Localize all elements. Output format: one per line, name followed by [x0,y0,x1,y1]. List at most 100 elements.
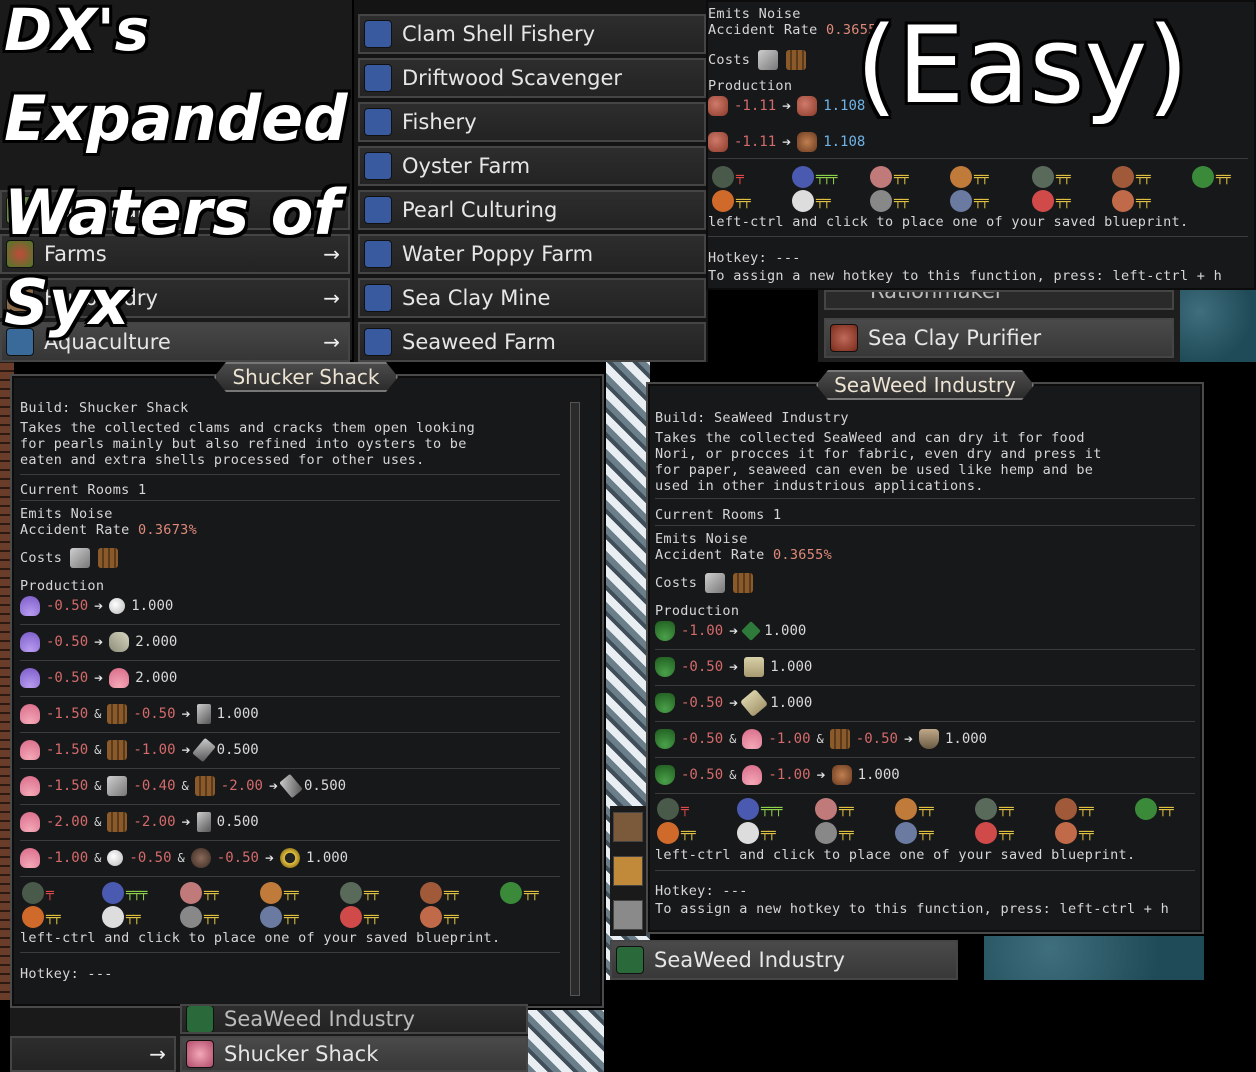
menu-item-pearl-culturing[interactable]: Pearl Culturing [358,190,706,230]
preference-pips: ╤╤ [1079,825,1094,841]
menu-item-water-poppy-farm[interactable]: Water Poppy Farm [358,234,706,274]
race-entry: ╤╤ [22,906,61,928]
race-entry: ╤╤╤ [737,798,783,820]
output-amount: 0.500 [216,742,259,758]
shucker-desc-line: Takes the collected clams and cracks the… [20,420,476,436]
race-face-icon [950,166,972,188]
menu-item-seaweed-industry[interactable]: SeaWeed Industry [180,1004,528,1034]
menu-item-oyster-farm[interactable]: Oyster Farm [358,146,706,186]
fish-icon [364,108,392,136]
arrow-right-icon: → [323,286,340,310]
mod-title-line: Waters of [4,176,341,249]
menu-item-aquaculture-bottom[interactable]: → [10,1036,176,1072]
sea-clay-icon [708,132,728,152]
seaweed-current-rooms: Current Rooms 1 [655,507,782,523]
sea-clay-icon [830,324,858,352]
arrow-right-icon: ➔ [268,777,278,795]
shucker-costs-row: Costs [20,548,119,568]
race-entry: ╤╤ [950,166,989,188]
seaweed-production-label: Production [655,603,740,619]
divider [20,768,560,769]
input-amount: -0.50 [129,850,172,866]
race-entry: ╤ [712,166,744,188]
seaweed-production-row: -0.50 ➔ 1.000 [655,688,813,718]
preference-pips: ╤╤ [894,193,909,209]
input-amount: -0.50 [681,659,724,675]
menu-item-clam-shell-fishery[interactable]: Clam Shell Fishery [358,14,706,54]
tool-icon [196,704,211,724]
race-entry: ╤╤ [975,822,1014,844]
output-amount: 1.000 [305,850,349,866]
seaweed-desc-line: Nori, or procces it for fabric, even dry… [655,446,1102,462]
race-face-icon [870,190,892,212]
divider [20,474,560,475]
menu-item-rationmaker[interactable]: Rationmaker [824,290,1174,310]
shucker-production-label: Production [20,578,105,594]
preference-pips: ╤╤ [736,193,751,209]
accident-label: Accident Rate [655,547,765,563]
top-emits-noise: Emits Noise [708,6,801,22]
brewery-icon[interactable] [613,812,643,842]
menu-item-seaweed-industry-right[interactable]: SeaWeed Industry [610,940,958,980]
clam-shell-icon [364,20,392,48]
race-face-icon [102,882,124,904]
menu-item-fishery[interactable]: Fishery [358,102,706,142]
seaweed-production-row: -0.50 & -1.00 ➔ 1.000 [655,763,900,787]
costs-label: Costs [20,550,63,566]
preference-pips: ╤ [46,885,54,901]
race-face-icon [1055,798,1077,820]
cheese-icon[interactable] [613,856,643,886]
ampersand: & [816,732,824,746]
preference-pips: ╤╤ [444,909,459,925]
race-face-icon [895,798,917,820]
race-face-icon [815,822,837,844]
shucker-scrollbar[interactable] [570,402,580,996]
accident-label: Accident Rate [708,22,818,38]
pearl-icon [107,850,124,866]
seaweed-blueprint-hint: left-ctrl and click to place one of your… [655,847,1136,863]
input-amount: -2.00 [133,814,176,830]
jewelry-ring-icon [279,848,300,868]
dried-seaweed-icon [741,621,762,641]
water-poppy-icon [364,240,392,268]
menu-item-driftwood-scavenger[interactable]: Driftwood Scavenger [358,58,706,98]
preference-pips: ╤╤╤ [761,801,783,817]
race-face-icon [180,906,202,928]
ampersand: & [94,815,102,829]
race-entry: ╤╤ [737,822,776,844]
pink-shell-icon [109,668,130,688]
seaweed-costs-row: Costs [655,573,754,593]
preference-pips: ╤╤ [126,909,141,925]
race-face-icon [657,798,679,820]
menu-item-seaweed-farm[interactable]: Seaweed Farm [358,322,706,362]
input-amount: -0.50 [46,634,89,650]
race-face-icon [22,906,44,928]
race-entry: ╤╤ [1192,166,1231,188]
menu-item-label: Clam Shell Fishery [402,22,596,46]
seaweed-industry-title: SeaWeed Industry [816,370,1034,400]
wood-icon [98,548,119,568]
race-entry: ╤╤ [180,906,219,928]
divider [655,649,1195,650]
race-face-icon [180,882,202,904]
output-amount: 1.000 [944,731,988,747]
race-entry: ╤╤ [657,822,696,844]
race-entry: ╤╤ [815,798,854,820]
input-amount: -1.00 [768,731,811,747]
preference-pips: ╤╤ [284,885,299,901]
menu-item-sea-clay-purifier[interactable]: Sea Clay Purifier [824,318,1174,358]
coal-icon [190,848,211,868]
output-amount: 1.000 [770,695,813,711]
race-entry: ╤╤ [1112,190,1151,212]
ampersand: & [729,732,737,746]
seaweed-icon [655,729,675,749]
menu-item-shucker-shack[interactable]: Shucker Shack [180,1036,528,1072]
kiln-icon[interactable] [613,900,643,930]
menu-item-sea-clay-mine[interactable]: Sea Clay Mine [358,278,706,318]
seaweed-hotkey: Hotkey: --- [655,883,748,899]
ampersand: & [94,707,102,721]
menu-item-label: SeaWeed Industry [654,948,845,972]
seaweed-production-row: -1.00 ➔ 1.000 [655,619,806,643]
pink-shell-icon [20,848,40,868]
shucker-desc-line: for pearls mainly but also refined into … [20,436,467,452]
